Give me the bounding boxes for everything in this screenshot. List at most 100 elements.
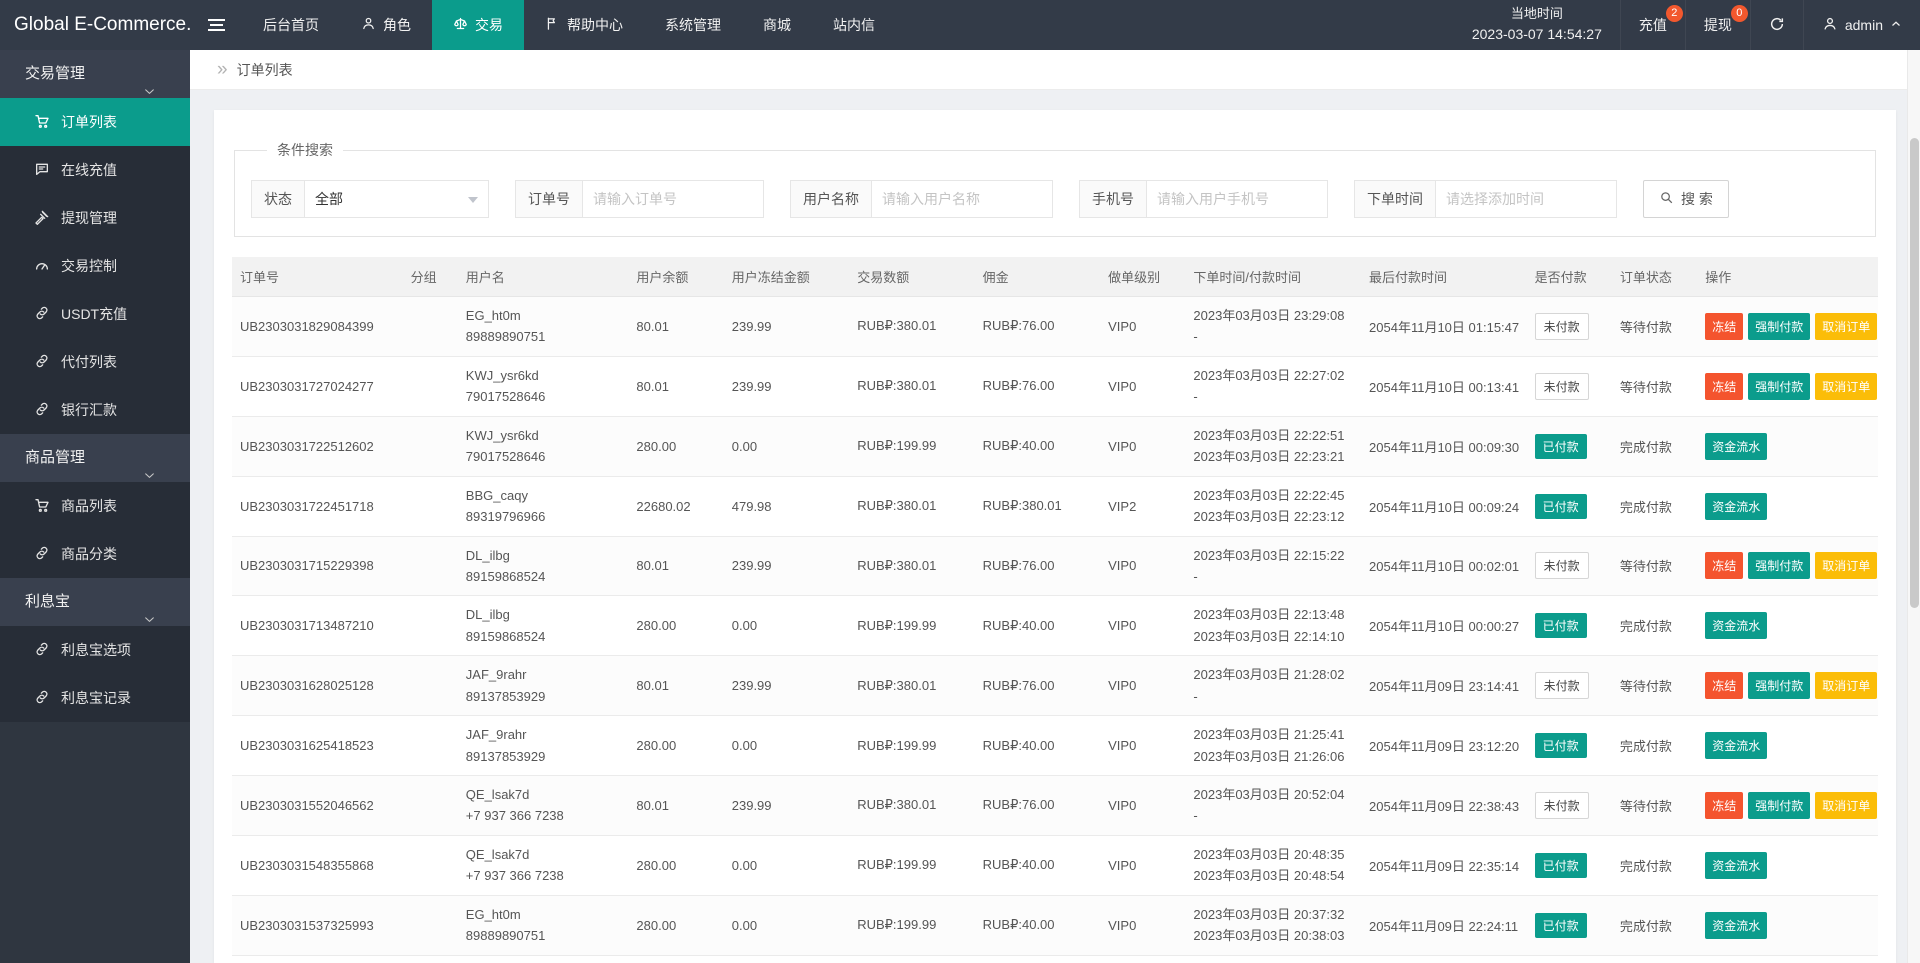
fund-flow-button[interactable]: 资金流水 [1705, 493, 1767, 520]
table-row: UB2303031452247590JG_9pznu7917775449080.… [232, 955, 1878, 963]
force-pay-button[interactable]: 强制付款 [1748, 672, 1810, 699]
sidebar-item-USDT充值[interactable]: USDT充值 [0, 290, 190, 338]
sidebar-item-商品列表[interactable]: 商品列表 [0, 482, 190, 530]
order-time-cell: 2023年03月03日 22:22:512023年03月03日 22:23:21 [1185, 416, 1361, 476]
fund-flow-button[interactable]: 资金流水 [1705, 732, 1767, 759]
search-button[interactable]: 搜 索 [1643, 180, 1729, 218]
amount-cell: RUB₽:380.01 [849, 476, 974, 536]
nav-item-交易[interactable]: 交易 [432, 0, 524, 50]
paid-cell: 未付款 [1527, 356, 1612, 416]
fund-flow-button[interactable]: 资金流水 [1705, 852, 1767, 879]
user-phone: 79017528646 [466, 446, 621, 467]
sidebar-group-利息宝[interactable]: 利息宝 [0, 578, 190, 626]
freeze-button[interactable]: 冻结 [1705, 552, 1743, 579]
admin-menu[interactable]: admin [1803, 0, 1920, 50]
status-select[interactable]: 全部 [304, 180, 489, 218]
order-no-cell: UB2303031625418523 [232, 716, 403, 776]
order-status-cell: 完成付款 [1612, 596, 1697, 656]
username-label: 用户名称 [790, 180, 871, 218]
table-row: UB2303031537325993EG_ht0m89889890751280.… [232, 895, 1878, 955]
order-time-input[interactable] [1435, 180, 1617, 218]
amount-cell: RUB₽:199.99 [849, 835, 974, 895]
fund-flow-button[interactable]: 资金流水 [1705, 912, 1767, 939]
sidebar-item-label: 商品列表 [61, 496, 117, 516]
user-phone: 89159868524 [466, 566, 621, 587]
sidebar-item-利息宝选项[interactable]: 利息宝选项 [0, 626, 190, 674]
force-pay-button[interactable]: 强制付款 [1748, 792, 1810, 819]
page-scrollbar-thumb[interactable] [1910, 138, 1919, 608]
user-phone: 89137853929 [466, 746, 621, 767]
order-status-cell: 等待付款 [1612, 776, 1697, 836]
paid-status-badge: 未付款 [1535, 672, 1589, 699]
user-phone: 89889890751 [466, 925, 621, 946]
order-no-input[interactable] [582, 180, 764, 218]
cancel-order-button[interactable]: 取消订单 [1815, 672, 1877, 699]
fund-flow-button[interactable]: 资金流水 [1705, 612, 1767, 639]
cancel-order-button[interactable]: 取消订单 [1815, 792, 1877, 819]
nav-item-商城[interactable]: 商城 [742, 0, 812, 50]
freeze-button[interactable]: 冻结 [1705, 373, 1743, 400]
freeze-button[interactable]: 冻结 [1705, 792, 1743, 819]
sidebar-item-提现管理[interactable]: 提现管理 [0, 194, 190, 242]
search-icon [1659, 190, 1674, 208]
nav-item-帮助中心[interactable]: 帮助中心 [524, 0, 644, 50]
paid-cell: 未付款 [1527, 297, 1612, 357]
username-input[interactable] [871, 180, 1053, 218]
group-cell [403, 656, 458, 716]
order-no-filter-group: 订单号 [515, 180, 764, 218]
pay-time: - [1193, 326, 1353, 347]
user-phone: 89889890751 [466, 326, 621, 347]
hamburger-menu-icon[interactable] [190, 0, 242, 50]
sidebar-item-利息宝记录[interactable]: 利息宝记录 [0, 674, 190, 722]
sidebar-item-订单列表[interactable]: 订单列表 [0, 98, 190, 146]
paid-status-badge: 已付款 [1535, 434, 1587, 459]
nav-item-label: 角色 [383, 15, 411, 35]
sidebar-item-在线充值[interactable]: 在线充值 [0, 146, 190, 194]
sidebar-group-商品管理[interactable]: 商品管理 [0, 434, 190, 482]
nav-item-系统管理[interactable]: 系统管理 [644, 0, 742, 50]
sidebar-item-商品分类[interactable]: 商品分类 [0, 530, 190, 578]
freeze-button[interactable]: 冻结 [1705, 672, 1743, 699]
paid-status-badge: 未付款 [1535, 552, 1589, 579]
force-pay-button[interactable]: 强制付款 [1748, 313, 1810, 340]
nav-item-label: 商城 [763, 15, 791, 35]
commission-cell: RUB₽:76.00 [975, 776, 1100, 836]
column-header: 用户余额 [628, 257, 723, 297]
nav-item-label: 站内信 [833, 15, 875, 35]
nav-item-后台首页[interactable]: 后台首页 [242, 0, 340, 50]
username: KWJ_ysr6kd [466, 365, 621, 386]
cancel-order-button[interactable]: 取消订单 [1815, 552, 1877, 579]
user-phone: +7 937 366 7238 [466, 865, 621, 886]
force-pay-button[interactable]: 强制付款 [1748, 373, 1810, 400]
fund-flow-button[interactable]: 资金流水 [1705, 433, 1767, 460]
force-pay-button[interactable]: 强制付款 [1748, 552, 1810, 579]
commission-cell: RUB₽:76.00 [975, 297, 1100, 357]
sidebar-item-银行汇款[interactable]: 银行汇款 [0, 386, 190, 434]
phone-input[interactable] [1146, 180, 1328, 218]
cancel-order-button[interactable]: 取消订单 [1815, 313, 1877, 340]
amount-cell: RUB₽:199.99 [849, 955, 974, 963]
local-time-value: 2023-03-07 14:54:27 [1472, 24, 1602, 46]
sidebar-item-label: 代付列表 [61, 352, 117, 372]
sidebar-item-label: 商品分类 [61, 544, 117, 564]
nav-item-站内信[interactable]: 站内信 [812, 0, 896, 50]
paid-cell: 已付款 [1527, 835, 1612, 895]
withdraw-button[interactable]: 提现 0 [1685, 0, 1750, 50]
sidebar: 交易管理订单列表在线充值提现管理交易控制USDT充值代付列表银行汇款商品管理商品… [0, 50, 190, 963]
sidebar-item-交易控制[interactable]: 交易控制 [0, 242, 190, 290]
sidebar-item-代付列表[interactable]: 代付列表 [0, 338, 190, 386]
refresh-button[interactable] [1750, 0, 1803, 50]
paid-status-badge: 未付款 [1535, 792, 1589, 819]
column-header: 订单号 [232, 257, 403, 297]
nav-item-角色[interactable]: 角色 [340, 0, 432, 50]
last-pay-time-cell: 2054年11月10日 01:15:47 [1361, 297, 1527, 357]
level-cell: VIP0 [1100, 356, 1185, 416]
sidebar-group-交易管理[interactable]: 交易管理 [0, 50, 190, 98]
recharge-button[interactable]: 充值 2 [1620, 0, 1685, 50]
freeze-button[interactable]: 冻结 [1705, 313, 1743, 340]
table-row: UB2303031829084399EG_ht0m8988989075180.0… [232, 297, 1878, 357]
cancel-order-button[interactable]: 取消订单 [1815, 373, 1877, 400]
page-scrollbar-track[interactable] [1907, 50, 1920, 963]
order-no-cell: UB2303031628025128 [232, 656, 403, 716]
amount-cell: RUB₽:380.01 [849, 297, 974, 357]
